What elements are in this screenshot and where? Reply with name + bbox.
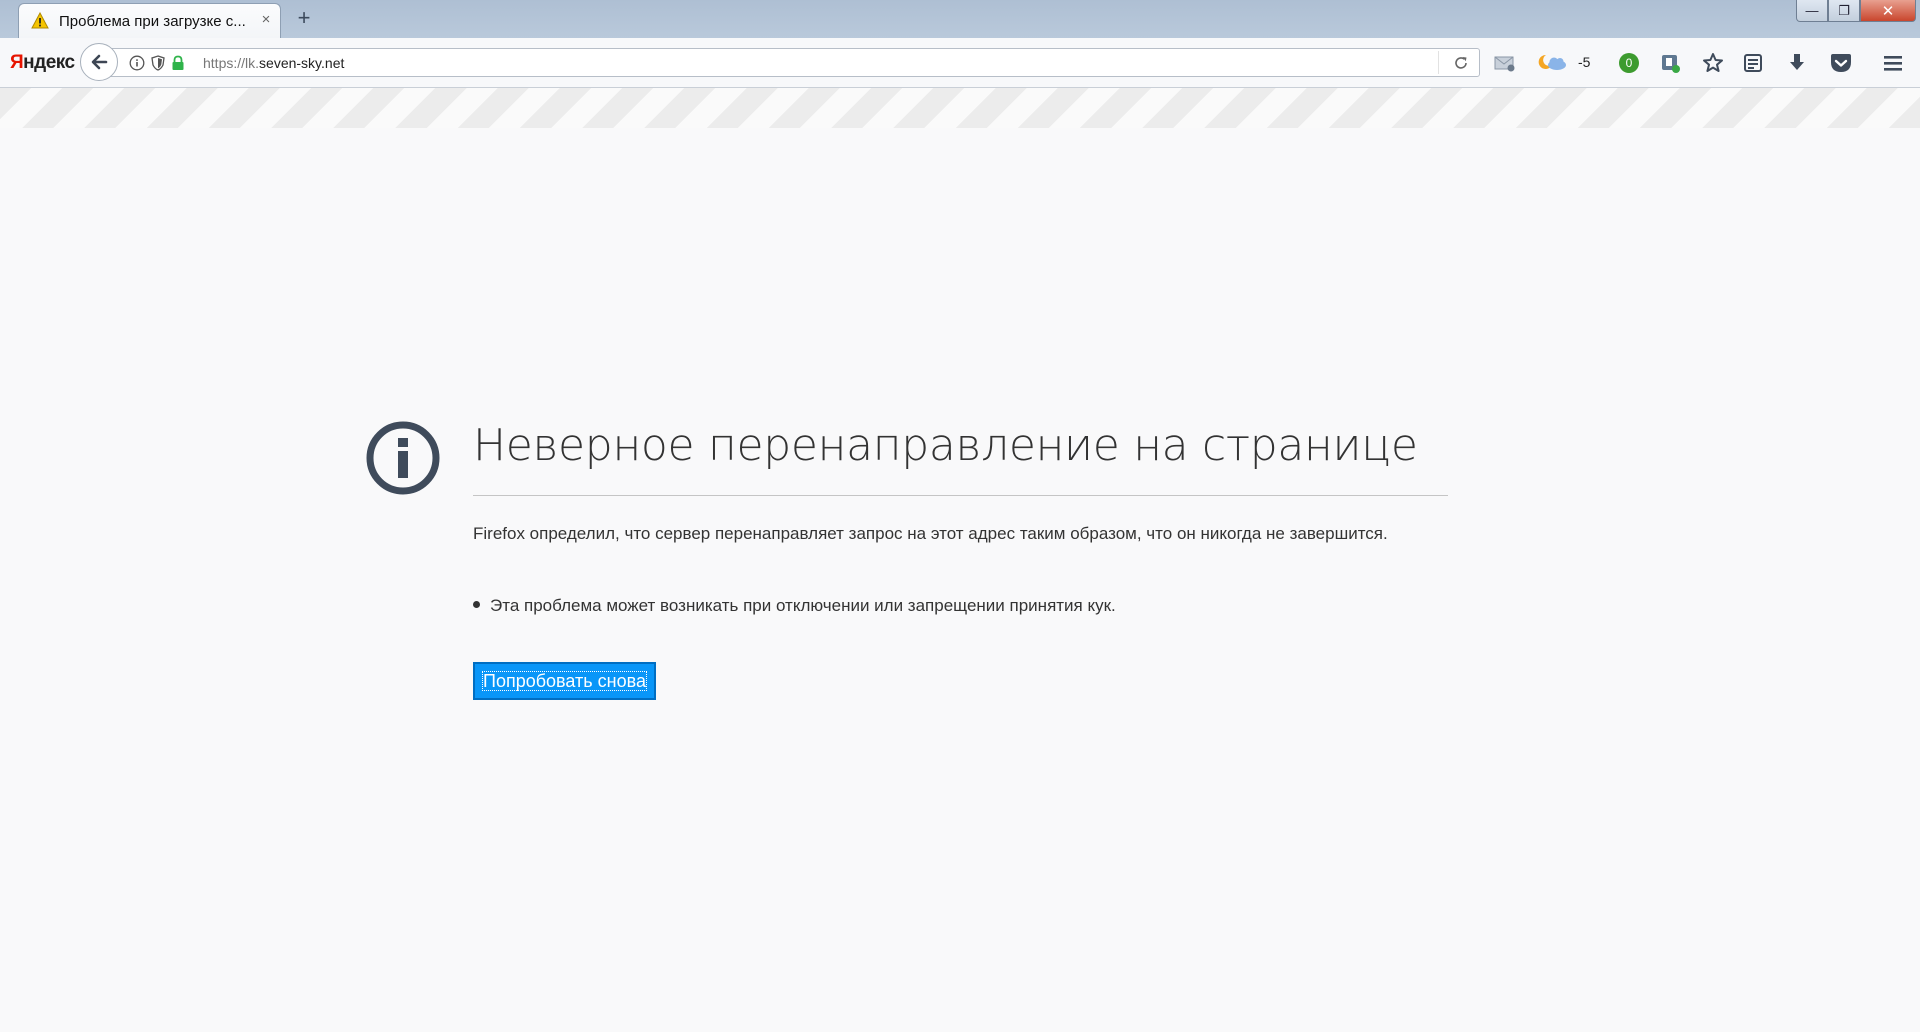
try-again-button[interactable]: Попробовать снова <box>473 662 656 700</box>
info-icon <box>366 421 440 495</box>
error-description: Firefox определил, что сервер перенаправ… <box>473 524 1388 543</box>
back-arrow-icon <box>91 54 108 70</box>
navigation-toolbar: Яндекс https://lk.seven-sky.net -5 0 <box>0 38 1920 88</box>
restore-button[interactable]: ❐ <box>1828 0 1860 22</box>
back-button[interactable] <box>80 43 118 81</box>
yandex-logo[interactable]: Яндекс <box>10 52 75 74</box>
notification-badge-icon[interactable]: 0 <box>1616 50 1642 76</box>
lock-icon[interactable] <box>171 55 185 71</box>
minimize-button[interactable]: — <box>1796 0 1828 22</box>
yandex-mail-icon[interactable] <box>1492 50 1518 76</box>
weather-icon[interactable] <box>1536 50 1572 76</box>
reload-icon <box>1455 57 1467 69</box>
hamburger-menu-icon[interactable] <box>1880 50 1906 76</box>
bullet-dot <box>473 601 480 608</box>
url-scheme: https://lk. <box>203 55 260 71</box>
url-bar[interactable]: https://lk.seven-sky.net <box>98 48 1480 77</box>
bookmarks-list-icon[interactable] <box>1740 50 1766 76</box>
error-page: Неверное перенаправление на странице Fir… <box>0 128 1920 1032</box>
warning-stripes <box>0 88 1920 128</box>
error-hint-text: Эта проблема может возникать при отключе… <box>490 596 1116 615</box>
warning-icon <box>31 12 49 29</box>
try-again-label: Попробовать снова <box>482 671 647 691</box>
tab-title: Проблема при загрузке с... <box>59 13 246 30</box>
info-circle-icon[interactable] <box>129 55 145 71</box>
error-title: Неверное перенаправление на странице <box>473 420 1418 471</box>
error-hint-item: Эта проблема может возникать при отключе… <box>473 593 1403 619</box>
extension-icon[interactable] <box>1658 50 1684 76</box>
title-bar: Проблема при загрузке с... × + — ❐ ✕ <box>0 0 1920 38</box>
url-bar-divider <box>1438 51 1439 74</box>
url-host: seven-sky.net <box>259 55 345 71</box>
reload-button[interactable] <box>1451 53 1471 73</box>
site-identity[interactable] <box>129 55 185 71</box>
new-tab-button[interactable]: + <box>292 7 316 31</box>
bookmark-star-icon[interactable] <box>1700 50 1726 76</box>
close-window-button[interactable]: ✕ <box>1860 0 1916 22</box>
tracking-shield-icon[interactable] <box>151 55 165 71</box>
url-text[interactable]: https://lk.seven-sky.net <box>203 55 344 71</box>
download-icon[interactable] <box>1784 50 1810 76</box>
tab-active[interactable]: Проблема при загрузке с... × <box>18 3 281 38</box>
yandex-logo-first-letter: Я <box>10 52 24 73</box>
notification-badge-count: 0 <box>1626 56 1633 70</box>
tab-close-icon[interactable]: × <box>257 11 275 29</box>
title-divider <box>473 495 1448 496</box>
window-controls: — ❐ ✕ <box>1796 0 1916 22</box>
yandex-logo-rest: ндекс <box>23 52 75 73</box>
weather-temperature[interactable]: -5 <box>1578 54 1590 70</box>
pocket-icon[interactable] <box>1828 50 1854 76</box>
